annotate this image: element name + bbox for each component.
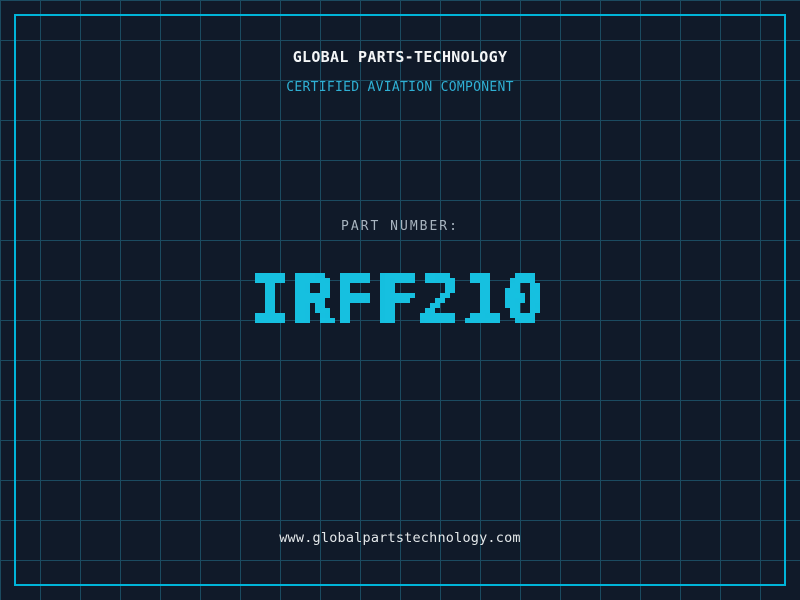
certificate-page: GLOBAL PARTS-TECHNOLOGY CERTIFIED AVIATI… [0,0,800,600]
part-number-display [0,253,800,343]
part-number-label: PART NUMBER: [341,219,459,234]
part-number-pixel-text [240,253,560,343]
website-url: www.globalpartstechnology.com [279,530,521,546]
company-title: GLOBAL PARTS-TECHNOLOGY [292,48,508,66]
certification-subtitle: CERTIFIED AVIATION COMPONENT [286,80,514,95]
